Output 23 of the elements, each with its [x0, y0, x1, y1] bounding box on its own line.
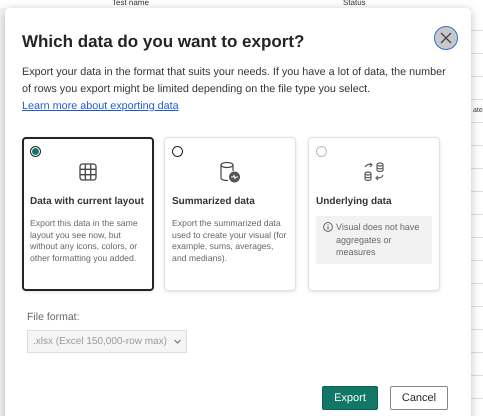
option-title: Underlying data: [316, 195, 393, 208]
export-button[interactable]: Export: [322, 386, 378, 410]
option-card[interactable]: Data with current layout Export this data in the same layout you see now, but without any icons, colors, or other formatting you added.: [22, 137, 154, 291]
cancel-button[interactable]: Cancel: [390, 386, 448, 410]
option-card[interactable]: Summarized data Export the summarized data used to create your visual (for example, sums, averages, and medians).: [164, 137, 296, 291]
database-swap-icon: [362, 161, 386, 183]
close-button[interactable]: [434, 26, 458, 50]
option-title: Data with current layout: [30, 195, 145, 208]
chevron-down-icon: [174, 339, 181, 344]
option-title: Summarized data: [172, 195, 256, 208]
radio-button[interactable]: [30, 146, 41, 157]
radio-button[interactable]: [172, 146, 183, 157]
table-grid-icon: [79, 163, 97, 181]
info-note-text: Visual does not have aggregates or measures: [336, 221, 420, 258]
learn-more-link[interactable]: Learn more about exporting data: [22, 100, 179, 112]
field-label: File format:: [27, 311, 81, 323]
dialog-title: Which data do you want to export?: [22, 32, 304, 52]
database-icon: [219, 161, 241, 183]
info-icon: [323, 222, 333, 232]
close-icon: [440, 32, 452, 44]
dialog-description: Export your data in the format that suits your needs. If you have a lot of data, the number of rows you export might be limited depending on the file type you select. Learn more about exporting data: [22, 65, 447, 114]
option-description: Export this data in the same layout you see now, but without any icons, colors, or other formatting you added.: [30, 218, 139, 264]
option-description: Export the summarized data used to create your visual (for example, sums, averages, and medians).: [172, 218, 288, 264]
